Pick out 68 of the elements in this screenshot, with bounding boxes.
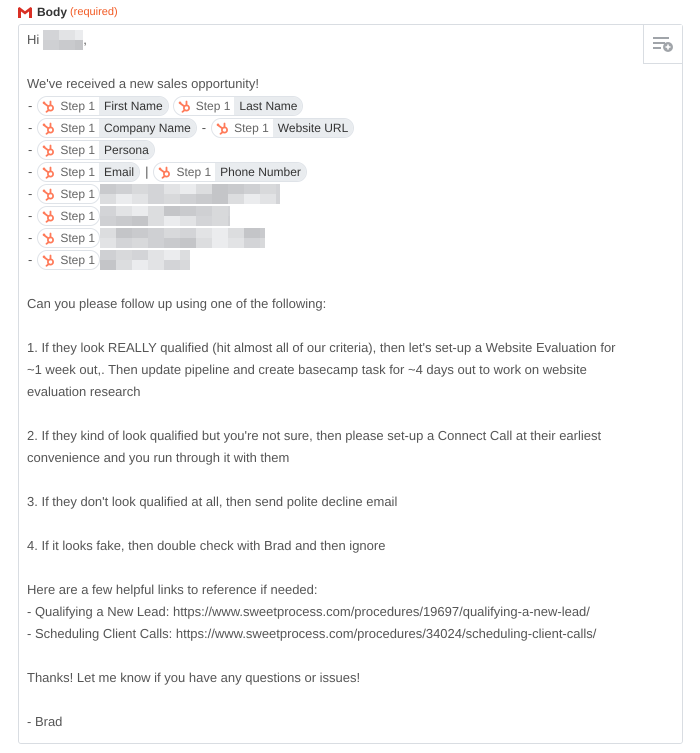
field-pill[interactable]: Step 1 First Name <box>37 96 169 116</box>
step-label: Step 1 <box>60 208 96 225</box>
separator-text: - <box>27 97 34 115</box>
step-label: Step 1 <box>60 164 96 181</box>
body-paragraph: Here are a few helpful links to reference if needed: - Qualifying a New Lead: https://www.sweetprocess.com/procedures/19697/qualifying-a-new-lead/ - Scheduling Client Calls: https://www.sweetprocess.com/procedures/34024/scheduling-client-calls/ <box>27 581 596 643</box>
body-paragraph: We've received a new sales opportunity! <box>27 75 260 93</box>
sprocket-icon <box>158 165 172 179</box>
step-label: Step 1 <box>60 186 96 203</box>
field-label: Body <box>37 4 67 21</box>
field-pill[interactable]: Step 1 <box>37 206 100 226</box>
step-label: Step 1 <box>176 164 212 181</box>
comma-text: , <box>83 31 87 49</box>
step-label: Step 1 <box>60 230 96 247</box>
separator-text: - <box>27 251 34 269</box>
sprocket-icon <box>42 121 56 135</box>
field-pill[interactable]: Step 1 <box>37 184 100 204</box>
field-name: Website URL <box>272 119 354 137</box>
field-pill[interactable]: Step 1 Last Name <box>172 96 304 116</box>
separator-text: - <box>27 163 34 181</box>
sprocket-icon <box>42 231 56 245</box>
sprocket-icon <box>42 209 56 223</box>
step-label: Step 1 <box>234 120 269 137</box>
step-label: Step 1 <box>196 98 230 115</box>
separator-text: - <box>27 207 34 225</box>
list-add-icon <box>652 35 674 53</box>
field-name: Last Name <box>234 97 302 115</box>
sprocket-icon <box>216 121 230 135</box>
step-label: Step 1 <box>60 120 96 137</box>
step-label: Step 1 <box>60 98 96 115</box>
body-paragraph: - Brad <box>27 713 62 731</box>
body-paragraph: 1. If they look REALLY qualified (hit almost all of our criteria), then let's set-up a Website Evaluation for ~1 week out,. Then update pipeline and create basecamp task for ~4 days out to work on website evaluation research <box>27 339 616 401</box>
separator-text: - <box>27 229 34 247</box>
sprocket-icon <box>42 165 56 179</box>
sprocket-icon <box>42 143 56 157</box>
greeting-text: Hi <box>27 31 40 49</box>
field-pill[interactable]: Step 1 Phone Number <box>153 162 307 182</box>
field-name: First Name <box>99 97 168 115</box>
insert-field-button[interactable] <box>643 25 682 64</box>
envelope-icon <box>18 6 32 18</box>
separator-text: - <box>27 185 34 203</box>
sprocket-icon <box>42 99 56 113</box>
sprocket-icon <box>178 99 192 113</box>
step-label: Step 1 <box>60 252 96 269</box>
field-name: Persona <box>99 141 154 159</box>
body-paragraph: 3. If they don't look qualified at all, then send polite decline email <box>27 493 398 511</box>
redacted-block <box>43 30 84 50</box>
field-pill[interactable]: Step 1 Website URL <box>211 118 354 138</box>
body-paragraph: 2. If they kind of look qualified but you're not sure, then please set-up a Connect Call at their earliest convenience and you run through it with them <box>27 427 602 467</box>
field-pill[interactable]: Step 1 <box>37 250 100 270</box>
required-note: (required) <box>70 4 118 20</box>
body-paragraph: 4. If it looks fake, then double check with Brad and then ignore <box>27 537 386 555</box>
body-editor[interactable] <box>18 24 683 744</box>
field-pill[interactable]: Step 1 Persona <box>37 140 155 160</box>
body-paragraph: Thanks! Let me know if you have any questions or issues! <box>27 669 360 687</box>
separator-text: - <box>27 141 34 159</box>
separator-text: - <box>200 119 208 137</box>
separator-text: - <box>27 119 34 137</box>
step-label: Step 1 <box>60 142 96 159</box>
field-name: Company Name <box>99 119 196 137</box>
sprocket-icon <box>42 187 56 201</box>
field-pill[interactable]: Step 1 Email <box>37 162 140 182</box>
body-paragraph: Can you please follow up using one of the following: <box>27 295 326 313</box>
field-name: Phone Number <box>215 163 306 181</box>
field-pill[interactable]: Step 1 Company Name <box>37 118 197 138</box>
separator-text: | <box>144 163 150 181</box>
field-name: Email <box>99 163 140 181</box>
sprocket-icon <box>42 253 56 267</box>
field-pill[interactable]: Step 1 <box>37 228 100 248</box>
